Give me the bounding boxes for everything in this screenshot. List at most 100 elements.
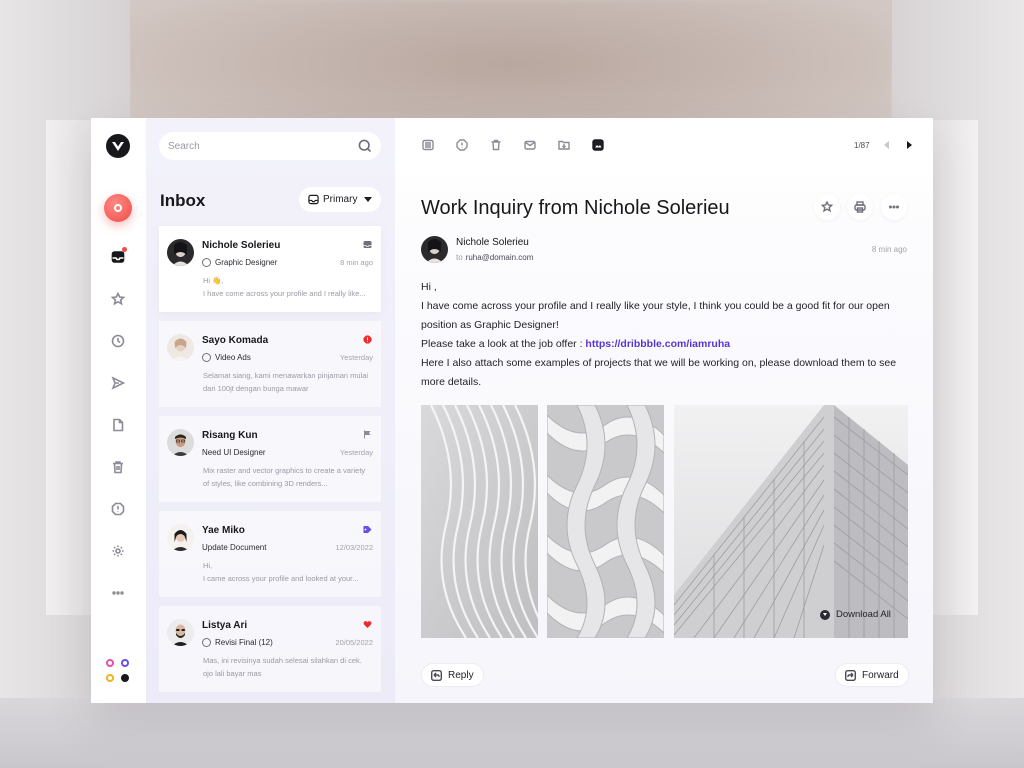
more-options-button[interactable] <box>881 194 907 220</box>
avatar <box>167 429 194 456</box>
attachment-image-waves[interactable] <box>421 405 538 638</box>
move-to-folder-button[interactable] <box>557 138 571 152</box>
mail-list-item[interactable]: Yae Miko Update Document 12/03/2022 Hi, … <box>159 511 381 597</box>
mail-time: 8 min ago <box>340 258 373 267</box>
nav-trash[interactable] <box>105 454 131 480</box>
attachment-image-building[interactable] <box>674 405 908 638</box>
label-button[interactable] <box>591 138 605 152</box>
alert-icon <box>363 335 372 344</box>
print-button[interactable] <box>847 194 873 220</box>
mail-preview-line: of styles, like combining 3D renders... <box>203 479 328 488</box>
nav-spam[interactable] <box>105 496 131 522</box>
workspace-dot-add[interactable] <box>121 674 129 682</box>
nav-snoozed[interactable] <box>105 328 131 354</box>
previous-arrow-icon[interactable] <box>884 141 889 149</box>
mail-icon <box>524 140 536 150</box>
primary-filter-label: Primary <box>323 194 358 205</box>
nav-settings[interactable] <box>105 538 131 564</box>
nav-inbox[interactable] <box>105 244 131 270</box>
mark-unread-button[interactable] <box>523 138 537 152</box>
archive-button[interactable] <box>421 138 435 152</box>
nav-more[interactable] <box>105 580 131 606</box>
job-offer-line: Please take a look at the job offer : ht… <box>421 335 911 354</box>
mail-sender-name: Nichole Solerieu <box>202 240 281 251</box>
nav-drafts[interactable] <box>105 412 131 438</box>
avatar <box>167 334 194 361</box>
nav-starred[interactable] <box>105 286 131 312</box>
search-input[interactable]: Search <box>159 132 381 160</box>
next-arrow-icon[interactable] <box>907 141 912 149</box>
mail-time: Yesterday <box>339 448 373 457</box>
archive-icon <box>422 139 434 151</box>
mail-list-item[interactable]: Listya Ari Revisi Final (12) 20/05/2022 … <box>159 606 381 692</box>
avatar <box>167 619 194 646</box>
delete-button[interactable] <box>489 138 503 152</box>
mail-tag-label: Revisi Final (12) <box>215 638 273 647</box>
message-paragraph: I have come across your profile and I re… <box>421 300 890 331</box>
background-panel-left <box>46 120 92 615</box>
recipient-address[interactable]: ruha@domain.com <box>466 253 534 262</box>
reply-label: Reply <box>448 669 474 681</box>
to-label: to <box>456 253 463 262</box>
search-icon[interactable] <box>358 139 372 153</box>
mail-sender-name: Risang Kun <box>202 430 258 441</box>
mail-sender-name: Sayo Komada <box>202 335 269 346</box>
mail-preview-line: I came across your profile and looked at… <box>203 574 359 583</box>
message-time: 8 min ago <box>871 245 907 254</box>
message-reader: 1/87 Work Inquiry from Nichole Solerieu … <box>395 118 933 703</box>
more-horizontal-icon <box>112 591 124 595</box>
send-icon <box>111 376 125 390</box>
image-icon <box>592 139 604 151</box>
heart-icon <box>363 621 372 628</box>
search-placeholder: Search <box>168 140 200 152</box>
mail-preview-line: ojo lali bayar mas <box>203 669 262 678</box>
job-offer-link[interactable]: https://dribbble.com/iamruha <box>585 338 730 350</box>
message-greeting: Hi , <box>421 281 437 293</box>
attachment-image-lattice[interactable] <box>547 405 664 638</box>
mail-list-item[interactable]: Risang Kun Need UI Designer Yesterday Mi… <box>159 416 381 502</box>
download-all-button[interactable]: Download All <box>820 609 891 620</box>
sender-avatar <box>421 236 448 263</box>
primary-filter-dropdown[interactable]: Primary <box>299 187 381 212</box>
workspace-dot-purple[interactable] <box>121 659 129 667</box>
star-icon <box>111 292 125 306</box>
mail-sender-name: Yae Miko <box>202 525 245 536</box>
message-toolbar: 1/87 <box>395 118 933 174</box>
mail-preview-line: Mix raster and vector graphics to create… <box>203 466 366 475</box>
mail-list-item[interactable]: Nichole Solerieu Graphic Designer 8 min … <box>159 226 381 312</box>
mail-preview: Mix raster and vector graphics to create… <box>203 464 375 490</box>
chevron-down-icon <box>364 197 372 202</box>
tag-circle-icon <box>202 353 211 362</box>
message-subject: Work Inquiry from Nichole Solerieu <box>421 197 730 219</box>
avatar <box>167 239 194 266</box>
mail-tag: Revisi Final (12) <box>202 638 273 647</box>
workspace-switcher[interactable] <box>106 659 130 683</box>
mail-preview-line: Hi 👋, <box>203 276 224 285</box>
workspace-dot-yellow[interactable] <box>106 674 114 682</box>
report-spam-button[interactable] <box>455 138 469 152</box>
compose-button[interactable] <box>104 194 132 222</box>
inbox-icon <box>111 251 125 263</box>
nav-rail <box>91 118 146 703</box>
star-button[interactable] <box>814 194 840 220</box>
mail-preview: Mas, ini revisinya sudah selesai silahka… <box>203 654 375 680</box>
forward-button[interactable]: Forward <box>835 663 909 687</box>
forward-label: Forward <box>862 669 899 681</box>
mail-time: 12/03/2022 <box>335 543 373 552</box>
reply-icon <box>431 669 442 681</box>
mail-time: 20/05/2022 <box>335 638 373 647</box>
app-logo[interactable] <box>106 134 130 158</box>
job-offer-prefix: Please take a look at the job offer : <box>421 338 586 350</box>
mail-preview-line: Hi, <box>203 561 213 570</box>
nav-sent[interactable] <box>105 370 131 396</box>
mail-list-item[interactable]: Sayo Komada Video Ads Yesterday Selamat … <box>159 321 381 407</box>
inbox-title: Inbox <box>160 191 206 210</box>
mail-tag-label: Need UI Designer <box>202 448 266 457</box>
mail-tag: Graphic Designer <box>202 258 277 267</box>
download-icon <box>820 609 830 620</box>
trash-icon <box>113 461 123 474</box>
workspace-dot-pink[interactable] <box>106 659 114 667</box>
trash-icon <box>491 139 501 151</box>
inbox-icon <box>363 241 372 248</box>
reply-button[interactable]: Reply <box>421 663 484 687</box>
